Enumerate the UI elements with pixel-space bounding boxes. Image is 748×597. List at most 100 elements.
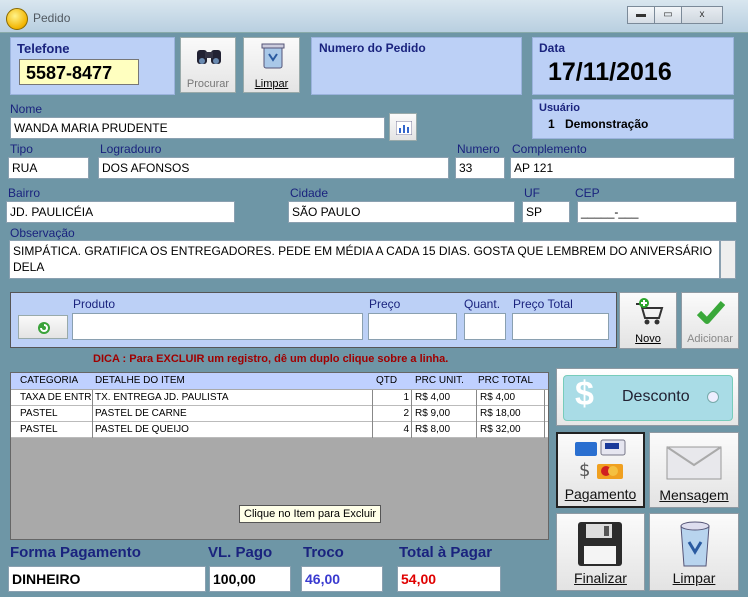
envelope-icon xyxy=(666,446,722,480)
troco-label: Troco xyxy=(303,544,344,561)
troco-value: 46,00 xyxy=(301,566,383,592)
close-button[interactable]: x xyxy=(681,6,723,24)
pagamento-button[interactable]: $ Pagamento xyxy=(556,432,645,508)
preco-input[interactable] xyxy=(368,313,457,340)
cep-input[interactable]: _____-___ xyxy=(577,201,737,223)
floppy-disk-icon xyxy=(578,522,622,566)
binoculars-icon xyxy=(197,50,221,64)
minimize-button[interactable]: ▬ xyxy=(627,6,655,24)
forma-pagamento-input[interactable]: DINHEIRO xyxy=(8,566,206,592)
usuario-name: Demonstração xyxy=(565,117,649,131)
cell-detalhe: TX. ENTREGA JD. PAULISTA xyxy=(95,392,229,403)
refresh-button[interactable] xyxy=(18,315,68,339)
cell-qtd: 1 xyxy=(403,392,409,403)
uf-label: UF xyxy=(524,186,540,200)
limpar-top-label: Limpar xyxy=(254,78,289,90)
cell-prc-total: R$ 4,00 xyxy=(480,392,516,403)
grid-header: CATEGORIA DETALHE DO ITEM QTD PRC UNIT. … xyxy=(11,373,548,389)
preco-label: Preço xyxy=(369,297,401,311)
vl-pago-input[interactable]: 100,00 xyxy=(209,566,291,592)
credit-cards-icon: $ xyxy=(575,439,626,481)
data-label: Data xyxy=(539,41,566,55)
obs-textarea[interactable]: SIMPÁTICA. GRATIFICA OS ENTREGADORES. PE… xyxy=(9,240,720,279)
procurar-button[interactable]: Procurar xyxy=(180,37,236,93)
tipo-input[interactable]: RUA xyxy=(8,157,89,179)
complemento-input[interactable]: AP 121 xyxy=(510,157,735,179)
novo-button[interactable]: Novo xyxy=(619,292,677,349)
pedido-panel: Numero do Pedido xyxy=(311,37,522,95)
mensagem-label: Mensagem xyxy=(659,487,729,503)
tag-hole-icon xyxy=(707,391,719,403)
cart-add-icon xyxy=(636,298,664,325)
produto-input[interactable] xyxy=(72,313,363,340)
cidade-input[interactable]: SÃO PAULO xyxy=(288,201,515,223)
logradouro-label: Logradouro xyxy=(100,142,162,156)
forma-pagamento-label: Forma Pagamento xyxy=(10,544,141,561)
cell-prc-unit: R$ 9,00 xyxy=(415,408,451,419)
preco-total-label: Preço Total xyxy=(513,297,573,311)
pagamento-label: Pagamento xyxy=(564,486,637,502)
grid-divider xyxy=(544,390,545,438)
complemento-label: Complemento xyxy=(512,142,587,156)
finalizar-label: Finalizar xyxy=(574,570,627,586)
item-entry-panel: Produto Preço Quant. Preço Total xyxy=(10,292,617,348)
mensagem-button[interactable]: Mensagem xyxy=(649,432,739,508)
dica-text: DICA : Para EXCLUIR um registro, dê um d… xyxy=(93,353,449,365)
window-title: Pedido xyxy=(33,11,71,25)
total-pagar-label: Total à Pagar xyxy=(399,544,493,561)
desconto-button[interactable]: $ Desconto xyxy=(556,368,739,426)
numero-label: Numero xyxy=(457,142,500,156)
vl-pago-label: VL. Pago xyxy=(208,544,273,561)
preco-total-input[interactable] xyxy=(512,313,609,340)
grid-header-qtd: QTD xyxy=(376,375,398,386)
obs-scrollbar[interactable] xyxy=(720,240,736,279)
telefone-label: Telefone xyxy=(17,41,70,56)
grid-header-detalhe: DETALHE DO ITEM xyxy=(95,375,185,386)
dollar-icon: $ xyxy=(575,375,594,413)
cell-categoria: TAXA DE ENTREGA xyxy=(20,392,92,403)
quant-input[interactable] xyxy=(464,313,506,340)
cell-prc-unit: R$ 8,00 xyxy=(415,424,451,435)
logradouro-input[interactable]: DOS AFONSOS xyxy=(98,157,449,179)
cell-categoria: PASTEL xyxy=(20,408,58,419)
telefone-panel: Telefone 5587-8477 xyxy=(10,37,175,95)
adicionar-label: Adicionar xyxy=(687,333,733,345)
maximize-button[interactable]: ▭ xyxy=(654,6,682,24)
usuario-label: Usuário xyxy=(539,102,580,114)
finalizar-button[interactable]: Finalizar xyxy=(556,513,645,591)
limpar-top-button[interactable]: Limpar xyxy=(243,37,300,93)
data-panel: Data 17/11/2016 xyxy=(532,37,734,95)
data-value: 17/11/2016 xyxy=(548,58,672,86)
uf-input[interactable]: SP xyxy=(522,201,570,223)
recycle-bin-icon xyxy=(680,521,710,567)
app-smiley-icon xyxy=(6,8,28,30)
bairro-input[interactable]: JD. PAULICÉIA xyxy=(6,201,235,223)
grid-divider xyxy=(476,390,477,438)
grid-header-categoria: CATEGORIA xyxy=(20,375,79,386)
svg-text:$: $ xyxy=(579,460,590,481)
novo-label: Novo xyxy=(635,333,661,345)
historico-button[interactable] xyxy=(389,113,417,141)
produto-label: Produto xyxy=(73,297,116,311)
usuario-panel: Usuário 1 Demonstração xyxy=(532,99,734,139)
obs-label: Observação xyxy=(10,226,75,240)
cell-qtd: 4 xyxy=(403,424,409,435)
nome-input[interactable]: WANDA MARIA PRUDENTE xyxy=(10,117,385,139)
total-pagar-value: 54,00 xyxy=(397,566,501,592)
limpar-bottom-label: Limpar xyxy=(672,570,716,586)
title-bar: Pedido ▬ ▭ x xyxy=(0,0,748,33)
procurar-label: Procurar xyxy=(186,78,230,90)
quant-label: Quant. xyxy=(464,297,501,311)
cell-prc-total: R$ 32,00 xyxy=(480,424,521,435)
limpar-bottom-button[interactable]: Limpar xyxy=(649,513,739,591)
cep-label: CEP xyxy=(575,186,600,200)
refresh-icon xyxy=(38,322,50,334)
telefone-input[interactable]: 5587-8477 xyxy=(19,59,139,85)
numero-input[interactable]: 33 xyxy=(455,157,505,179)
cidade-label: Cidade xyxy=(290,186,329,200)
grid-header-prc-total: PRC TOTAL xyxy=(478,375,534,386)
checkmark-icon xyxy=(697,301,725,324)
cell-detalhe: PASTEL DE QUEIJO xyxy=(95,424,189,435)
grid-divider xyxy=(372,390,373,438)
adicionar-button[interactable]: Adicionar xyxy=(681,292,739,349)
